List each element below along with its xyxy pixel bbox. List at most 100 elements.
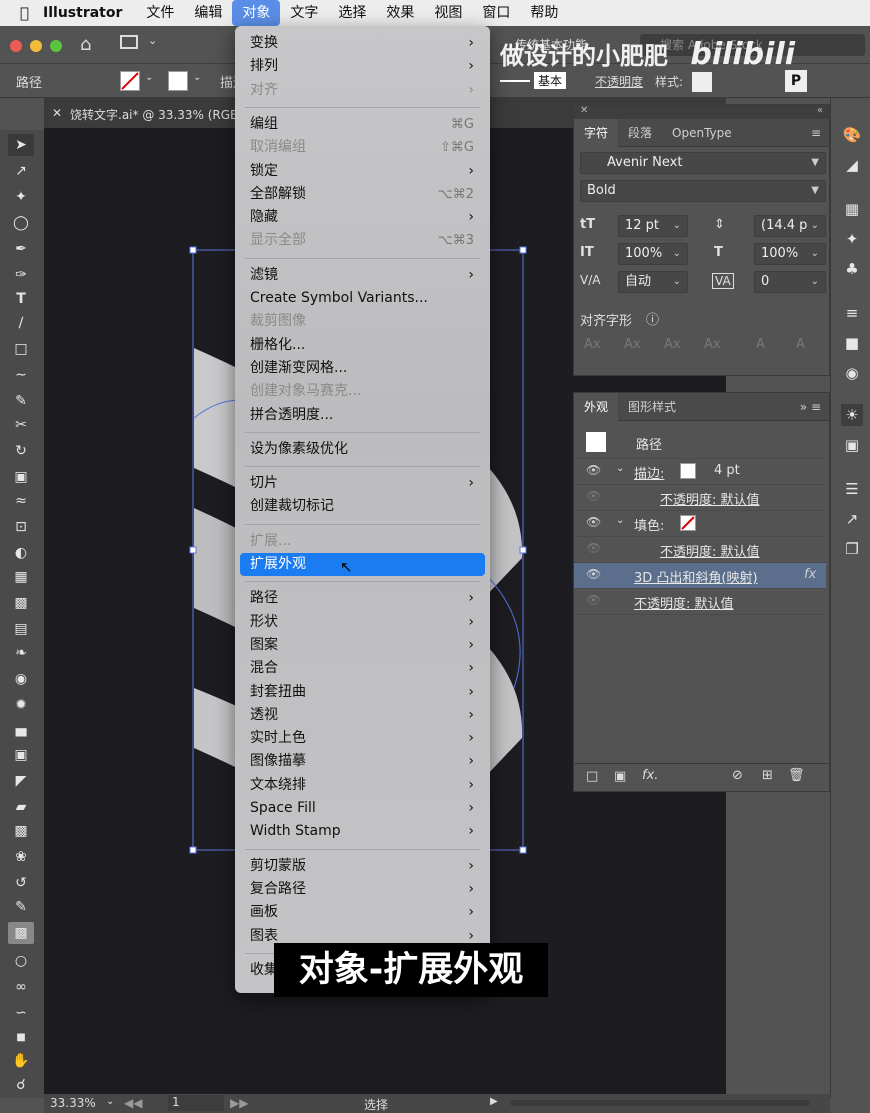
stroke-panel-icon[interactable]: ≡ — [841, 302, 863, 324]
artboard-tool-icon[interactable]: ▣ — [8, 744, 34, 766]
menu-item[interactable]: 形状 › — [235, 611, 490, 634]
rotate-tool-icon[interactable]: ↻ — [8, 440, 34, 462]
zoom-level[interactable]: 33.33% — [50, 1096, 96, 1110]
gradient-panel-icon[interactable]: ■ — [841, 332, 863, 354]
symbols-icon[interactable]: ♣ — [841, 258, 863, 280]
vertical-scale-field[interactable]: 100% ⌄ — [618, 243, 688, 265]
align-baseline-icon[interactable]: Ax — [704, 337, 721, 352]
magic-wand-tool-icon[interactable]: ✦ — [8, 186, 34, 208]
menu-item[interactable]: 隐藏 › — [235, 206, 490, 229]
leading-field[interactable]: (14.4 p ⌄ — [754, 215, 826, 237]
menu-item[interactable]: 设为像素级优化 — [235, 438, 490, 461]
ruler-tool-icon[interactable]: ▩ — [8, 820, 34, 842]
home-icon[interactable]: ⌂ — [80, 34, 91, 55]
perspective-grid-tool-icon[interactable]: ▦ — [8, 566, 34, 588]
hand-tool-icon[interactable]: ✋ — [8, 1050, 34, 1072]
eye-icon[interactable]: 👁 — [586, 567, 601, 581]
menu-type[interactable]: 文字 — [280, 0, 328, 26]
fill-label[interactable]: 填色: — [634, 515, 664, 534]
symbol-sprayer-tool-icon[interactable]: ✹ — [8, 694, 34, 716]
menu-effect[interactable]: 效果 — [376, 0, 424, 26]
line-tool-icon[interactable]: ∕ — [8, 312, 34, 334]
zoom-tool-icon[interactable]: ☌ — [8, 1074, 34, 1096]
chevron-down-icon[interactable]: ⌄ — [193, 72, 201, 83]
fill-opacity-row[interactable]: 👁 不透明度: 默认值 — [574, 537, 826, 563]
stroke-opacity-row[interactable]: 👁 不透明度: 默认值 — [574, 485, 826, 511]
collapse-icon[interactable]: « — [817, 105, 829, 116]
stroke-value[interactable]: 4 pt — [714, 463, 740, 478]
menu-item[interactable]: 拼合透明度... — [235, 404, 490, 427]
eye-icon[interactable]: 👁 — [586, 489, 601, 503]
menu-item[interactable]: 文本绕排 › — [235, 774, 490, 797]
menu-item[interactable]: 全部解锁 ⌥⌘2 — [235, 183, 490, 206]
opacity-label[interactable]: 不透明度: 默认值 — [660, 541, 760, 560]
graphic-style-swatch[interactable] — [692, 72, 712, 92]
shape-builder-tool-icon[interactable]: ◐ — [8, 542, 34, 564]
opacity-label[interactable]: 不透明度 — [595, 73, 643, 90]
eye-icon[interactable]: 👁 — [586, 593, 601, 607]
blend-tool-icon[interactable]: ◉ — [8, 668, 34, 690]
tab-character[interactable]: 字符 — [574, 118, 619, 147]
chevron-down-icon[interactable]: ⌄ — [145, 72, 153, 83]
align-glyph-bounds-icon[interactable]: Ax — [664, 337, 681, 352]
close-tab-icon[interactable]: ✕ — [52, 106, 62, 120]
minimize-window-button[interactable] — [30, 40, 42, 52]
artboard-number-field[interactable]: 1 — [168, 1095, 224, 1111]
fill-swatch[interactable] — [120, 71, 140, 91]
tab-appearance[interactable]: 外观 — [574, 392, 619, 421]
align-anchor-icon[interactable]: A — [796, 337, 805, 352]
spiral-tool-icon[interactable]: ↺ — [8, 872, 34, 894]
tracking-field[interactable]: 0 ⌄ — [754, 271, 826, 293]
tab-graphic-styles[interactable]: 图形样式 — [618, 393, 686, 421]
next-artboard-icon[interactable]: ▶▶ — [230, 1096, 248, 1110]
effect-3d-extrude-bevel[interactable]: 3D 凸出和斜角(映射) — [634, 567, 758, 586]
menu-select[interactable]: 选择 — [328, 0, 376, 26]
add-stroke-icon[interactable]: □ — [586, 769, 598, 784]
chevron-down-icon[interactable]: ⌄ — [106, 1096, 114, 1107]
info-icon[interactable]: ⓘ — [646, 309, 659, 328]
width-tool-icon[interactable]: ∞ — [8, 976, 34, 998]
menu-item[interactable]: 路径 › — [235, 587, 490, 610]
stroke-label[interactable]: 描边: — [634, 463, 664, 482]
eye-icon[interactable]: 👁 — [586, 515, 601, 529]
clear-appearance-icon[interactable]: ⊘ — [732, 768, 743, 783]
menu-item[interactable]: 滤镜 › — [235, 264, 490, 287]
opacity-label[interactable]: 不透明度: 默认值 — [634, 593, 734, 612]
transparency-icon[interactable]: ◉ — [841, 362, 863, 384]
gradient-tool-icon[interactable]: ▤ — [8, 618, 34, 640]
close-icon[interactable]: ✕ — [580, 105, 588, 116]
color-palette-icon[interactable]: 🎨 — [841, 124, 863, 146]
menu-item[interactable]: 图像描摹 › — [235, 750, 490, 773]
horizontal-scale-field[interactable]: 100% ⌄ — [754, 243, 826, 265]
menu-item[interactable]: 剪切蒙版 › — [235, 855, 490, 878]
align-em-center-icon[interactable]: Ax — [624, 337, 641, 352]
column-graph-tool-icon[interactable]: ▄ — [8, 718, 34, 740]
style-dropdown[interactable]: 基本 — [534, 72, 567, 89]
color-guide-icon[interactable]: ◢ — [841, 154, 863, 176]
appearance-panel-icon[interactable]: ☀ — [841, 404, 863, 426]
zoom-window-button[interactable] — [50, 40, 62, 52]
chevron-down-icon[interactable]: ⌄ — [616, 515, 624, 526]
chevron-down-icon[interactable]: ⌄ — [148, 34, 157, 47]
lasso-tool-icon[interactable]: ◯ — [8, 212, 34, 234]
menu-item[interactable]: 画板 › — [235, 901, 490, 924]
eyedropper-tool-icon[interactable]: ❧ — [8, 642, 34, 664]
swatches-icon[interactable]: ▦ — [841, 198, 863, 220]
brush-tool-icon[interactable]: ✎ — [8, 896, 34, 918]
add-effect-icon[interactable]: fx. — [642, 768, 658, 783]
menu-help[interactable]: 帮助 — [520, 0, 568, 26]
menu-item[interactable]: 锁定 › — [235, 160, 490, 183]
menu-item[interactable]: 创建渐变网格... — [235, 357, 490, 380]
tab-opentype[interactable]: OpenType — [662, 119, 742, 147]
rectangle-tool-icon[interactable]: □ — [8, 338, 34, 360]
menu-view[interactable]: 视图 — [424, 0, 472, 26]
paint-bucket-tool-icon[interactable]: ◾ — [8, 1026, 34, 1048]
panel-menu-icon[interactable]: P — [785, 70, 807, 92]
free-transform-tool-icon[interactable]: ⊡ — [8, 516, 34, 538]
menu-item[interactable]: Create Symbol Variants... — [235, 287, 490, 310]
brushes-icon[interactable]: ✦ — [841, 228, 863, 250]
menu-item[interactable]: 创建裁切标记 — [235, 495, 490, 518]
layers-icon[interactable]: ☰ — [841, 478, 863, 500]
warp-tool-icon[interactable]: ≈ — [8, 490, 34, 512]
menu-item[interactable]: Width Stamp › — [235, 820, 490, 843]
